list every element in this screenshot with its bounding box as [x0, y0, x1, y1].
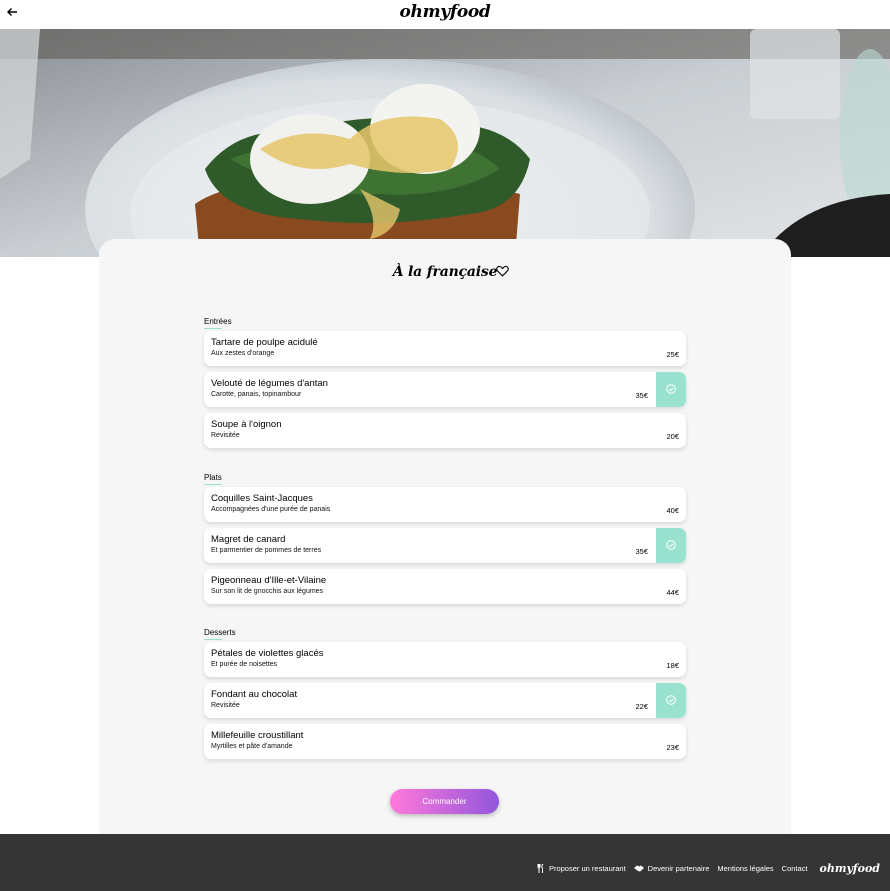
footer-link-label: Devenir partenaire: [647, 864, 710, 873]
section-plats: Plats Coquilles Saint-Jacques Accompagné…: [204, 473, 686, 610]
item-name: Tartare de poulpe acidulé: [211, 337, 318, 348]
section-entrees: Entrées Tartare de poulpe acidulé Aux ze…: [204, 317, 686, 454]
footer-link-contact[interactable]: Contact: [782, 864, 808, 873]
check-badge: [656, 683, 686, 718]
order-button[interactable]: Commander: [390, 789, 499, 814]
utensils-icon: [537, 864, 544, 873]
menu-item[interactable]: Soupe à l'oignon Revisitée 20€: [204, 413, 686, 448]
footer-link-label: Contact: [781, 864, 808, 873]
handshake-icon: [633, 865, 644, 872]
item-price: 18€: [666, 661, 679, 670]
item-description: Revisitée: [211, 432, 240, 439]
item-name: Pigeonneau d'Ille-et-Vilaine: [211, 575, 327, 586]
item-description: Myrtilles et pâte d'amande: [211, 743, 293, 750]
footer-link-propose-restaurant[interactable]: Proposer un restaurant: [537, 864, 626, 873]
item-price: 35€: [635, 547, 648, 556]
item-description: Carotte, panais, topinambour: [211, 391, 302, 398]
item-description: Revisitée: [211, 702, 240, 709]
check-badge: [656, 372, 686, 407]
menu-item[interactable]: Coquilles Saint-Jacques Accompagnées d'u…: [204, 487, 686, 522]
check-badge: [656, 528, 686, 563]
menu-item[interactable]: Magret de canard Et parmentier de pommes…: [204, 528, 686, 563]
footer-link-legal[interactable]: Mentions légales: [717, 864, 773, 873]
menu-item[interactable]: Tartare de poulpe acidulé Aux zestes d'o…: [204, 331, 686, 366]
item-description: Aux zestes d'orange: [211, 350, 275, 357]
restaurant-title: À la française: [392, 264, 498, 280]
footer-logo[interactable]: ohmyfood: [820, 862, 880, 875]
item-price: 20€: [666, 432, 679, 441]
item-description: Sur son lit de gnocchis aux légumes: [211, 588, 324, 595]
check-circle-icon: [666, 384, 676, 394]
item-name: Magret de canard: [211, 534, 286, 545]
section-desserts: Desserts Pétales de violettes glacés Et …: [204, 628, 686, 765]
item-name: Millefeuille croustillant: [211, 730, 304, 741]
item-description: Accompagnées d'une purée de panais: [211, 506, 331, 513]
menu-card: À la française Entrées Tartare de poulpe…: [99, 239, 791, 835]
logo[interactable]: ohmyfood: [0, 2, 890, 22]
menu-item[interactable]: Pétales de violettes glacés Et purée de …: [204, 642, 686, 677]
section-title: Desserts: [204, 628, 686, 642]
section-title: Plats: [204, 473, 686, 487]
footer-link-label: Mentions légales: [717, 864, 774, 873]
item-name: Fondant au chocolat: [211, 689, 298, 700]
item-name: Pétales de violettes glacés: [211, 648, 324, 659]
check-circle-icon: [666, 695, 676, 705]
item-name: Coquilles Saint-Jacques: [211, 493, 313, 504]
hero-image: [0, 29, 890, 257]
menu-item[interactable]: Millefeuille croustillant Myrtilles et p…: [204, 724, 686, 759]
header: ohmyfood: [0, 0, 890, 29]
item-name: Soupe à l'oignon: [211, 419, 282, 430]
item-price: 22€: [635, 702, 648, 711]
menu-item[interactable]: Velouté de légumes d'antan Carotte, pana…: [204, 372, 686, 407]
section-title: Entrées: [204, 317, 686, 331]
item-price: 23€: [666, 743, 679, 752]
menu-item[interactable]: Pigeonneau d'Ille-et-Vilaine Sur son lit…: [204, 569, 686, 604]
item-price: 35€: [635, 391, 648, 400]
heart-outline-icon[interactable]: [496, 265, 509, 277]
menu-title-row: À la française: [99, 261, 791, 281]
item-price: 25€: [666, 350, 679, 359]
item-price: 40€: [666, 506, 679, 515]
menu-item[interactable]: Fondant au chocolat Revisitée 22€: [204, 683, 686, 718]
item-name: Velouté de légumes d'antan: [211, 378, 328, 389]
footer-links: Proposer un restaurant Devenir partenair…: [537, 862, 880, 875]
footer: Proposer un restaurant Devenir partenair…: [0, 834, 890, 891]
footer-link-label: Proposer un restaurant: [548, 864, 626, 873]
footer-link-become-partner[interactable]: Devenir partenaire: [633, 864, 710, 873]
item-description: Et purée de noisettes: [211, 661, 278, 668]
check-circle-icon: [666, 540, 676, 550]
item-description: Et parmentier de pommes de terres: [211, 547, 322, 554]
item-price: 44€: [666, 588, 679, 597]
